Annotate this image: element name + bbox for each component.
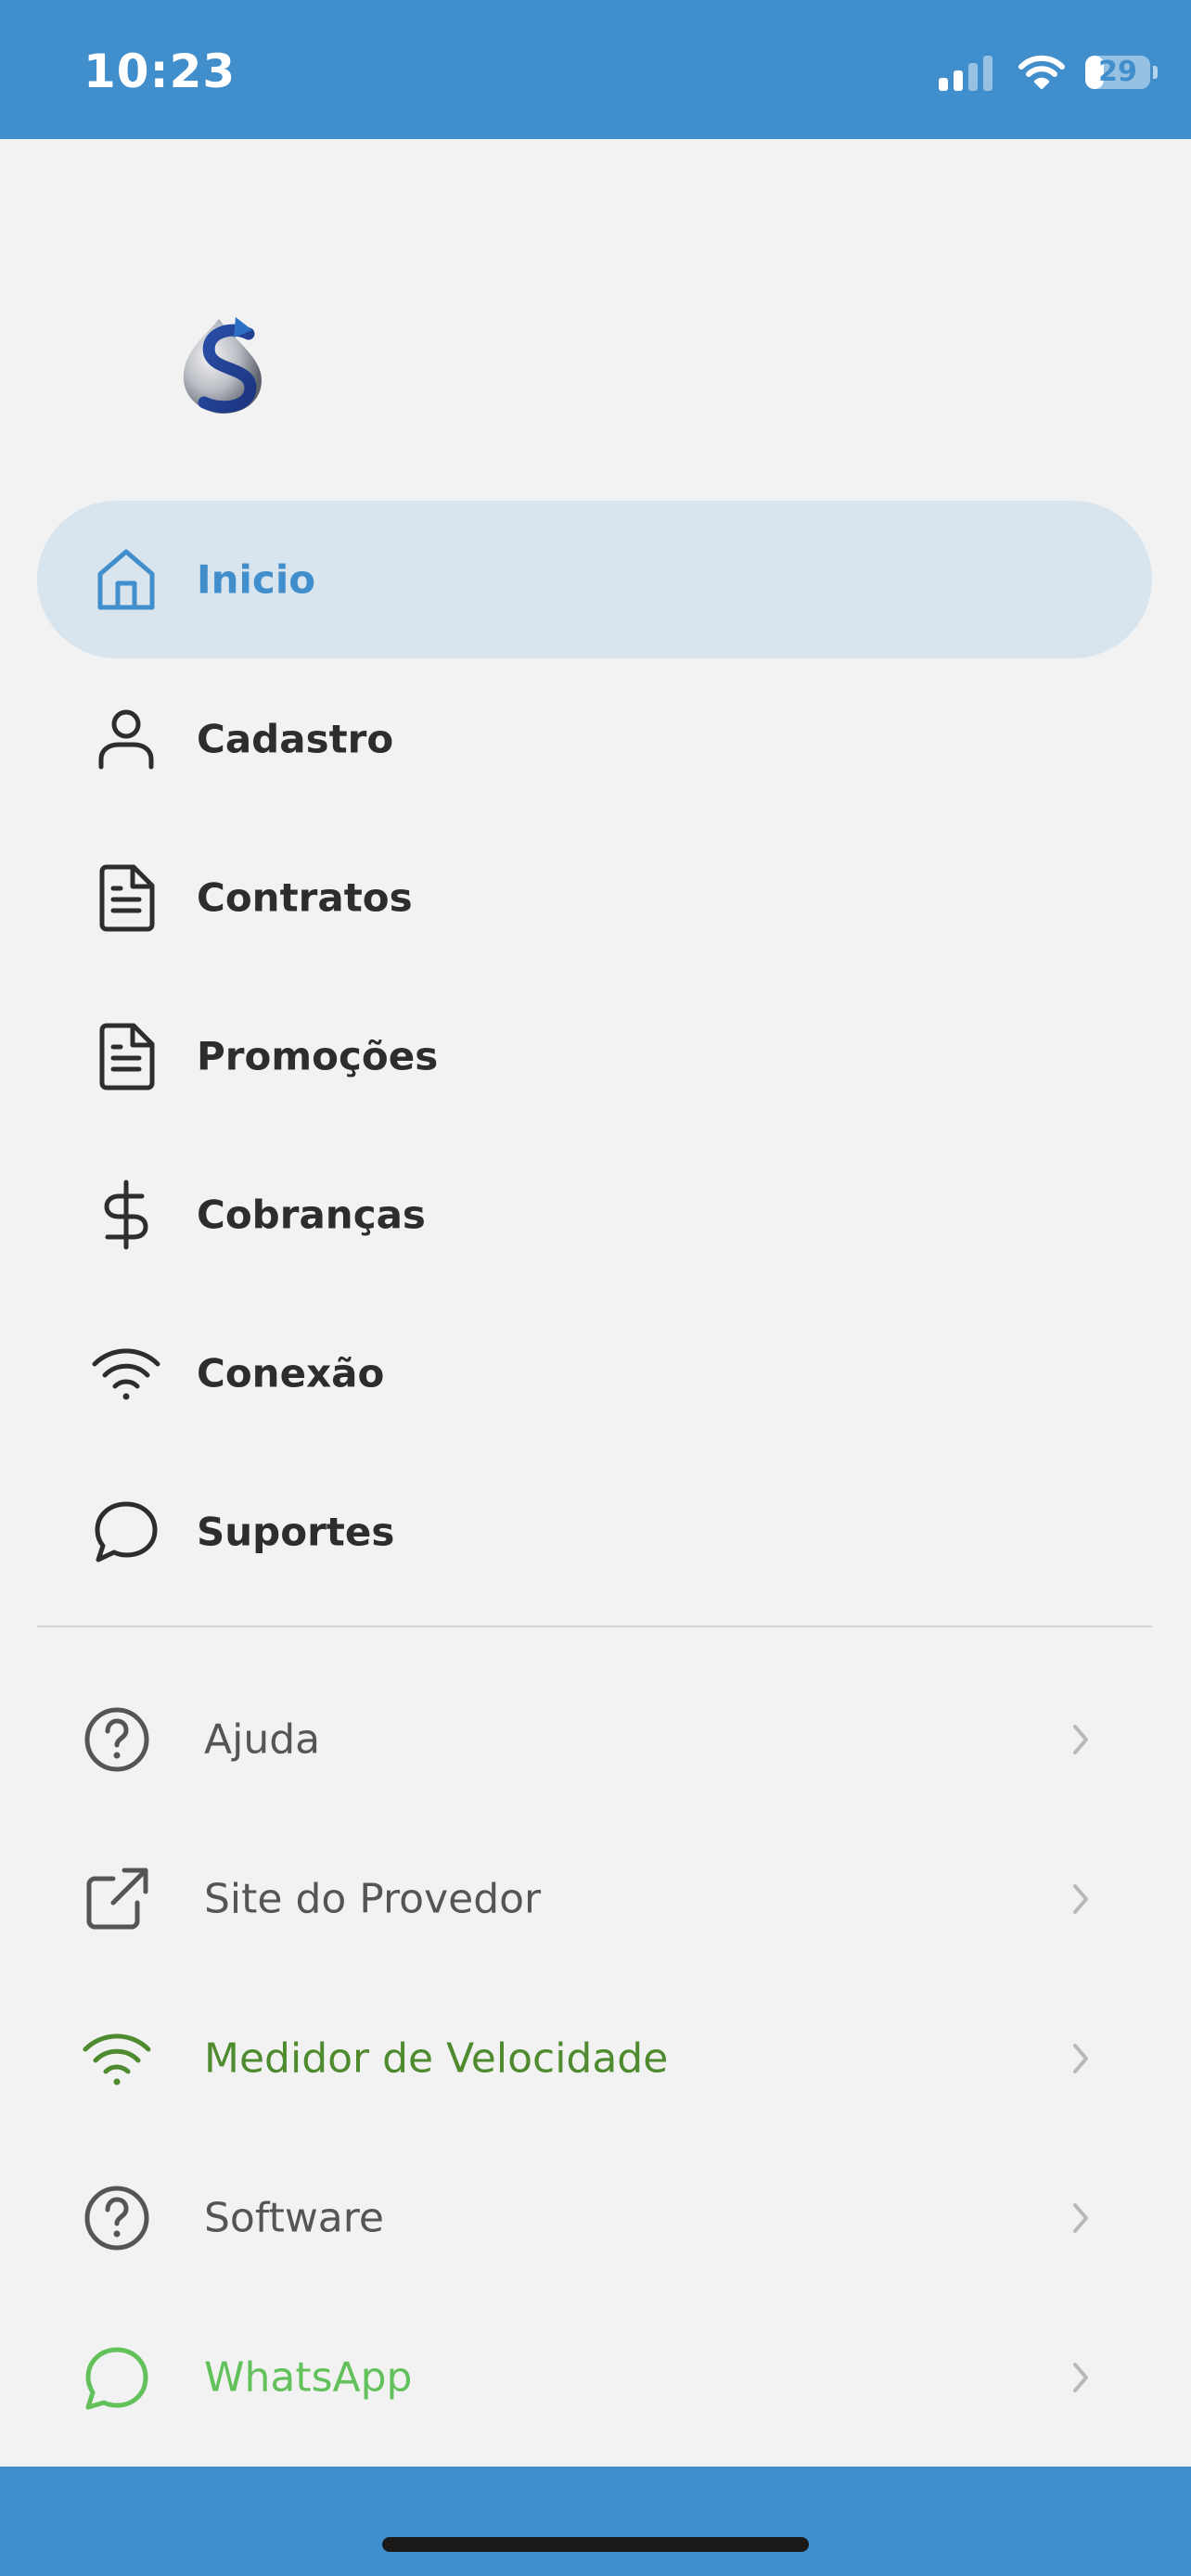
link-label: Medidor de Velocidade [204,2034,669,2083]
battery-level: 29 [1098,56,1137,88]
wifi-icon [83,2034,151,2085]
nav-label: Cadastro [197,716,394,762]
help-circle-icon [84,2186,149,2251]
nav-label: Promoções [197,1033,439,1079]
link-whatsapp[interactable]: WhatsApp [0,2298,1191,2457]
status-icons: 29 [939,52,1158,93]
chevron-right-icon [1073,2044,1088,2073]
provider-logo [183,317,262,414]
user-icon [98,709,154,770]
link-ajuda[interactable]: Ajuda [0,1660,1191,1819]
nav-label: Inicio [197,556,316,603]
chat-bubble-icon [95,1501,158,1562]
status-bar: 10:23 29 [0,0,1191,139]
battery-icon: 29 [1085,56,1158,89]
link-site-do-provedor[interactable]: Site do Provedor [0,1819,1191,1979]
nav-item-cadastro[interactable]: Cadastro [37,660,1152,818]
home-icon [97,549,155,610]
home-indicator[interactable] [382,2537,809,2552]
nav-item-contratos[interactable]: Contratos [37,819,1152,976]
link-software[interactable]: Software [0,2138,1191,2298]
document-icon [99,864,155,932]
document-icon [99,1023,155,1090]
link-label: Ajuda [204,1715,321,1764]
chevron-right-icon [1073,2363,1088,2392]
bottom-bar [0,2467,1191,2576]
status-time: 10:23 [83,45,237,98]
chevron-right-icon [1073,2203,1088,2233]
nav-label: Suportes [197,1509,395,1555]
chevron-right-icon [1073,1884,1088,1914]
chevron-right-icon [1073,1725,1088,1754]
nav-label: Cobranças [197,1192,426,1238]
help-circle-icon [84,1707,149,1772]
nav-label: Conexão [197,1350,385,1396]
link-label: Software [204,2194,384,2242]
nav-divider [37,1626,1152,1627]
cellular-signal-icon [939,54,998,91]
nav-item-suportes[interactable]: Suportes [37,1453,1152,1611]
nav-item-cobrancas[interactable]: Cobranças [37,1136,1152,1294]
dollar-icon [104,1180,148,1250]
link-medidor-de-velocidade[interactable]: Medidor de Velocidade [0,1979,1191,2138]
wifi-status-icon [1018,55,1065,89]
link-label: Site do Provedor [204,1875,542,1923]
wifi-icon [92,1348,160,1400]
nav-item-inicio[interactable]: Inicio [37,501,1152,658]
nav-item-conexao[interactable]: Conexão [37,1294,1152,1452]
whatsapp-icon [85,2347,148,2410]
link-label: WhatsApp [204,2353,413,2402]
nav-label: Contratos [197,874,413,921]
nav-item-promocoes[interactable]: Promoções [37,977,1152,1135]
external-link-icon [86,1868,148,1930]
